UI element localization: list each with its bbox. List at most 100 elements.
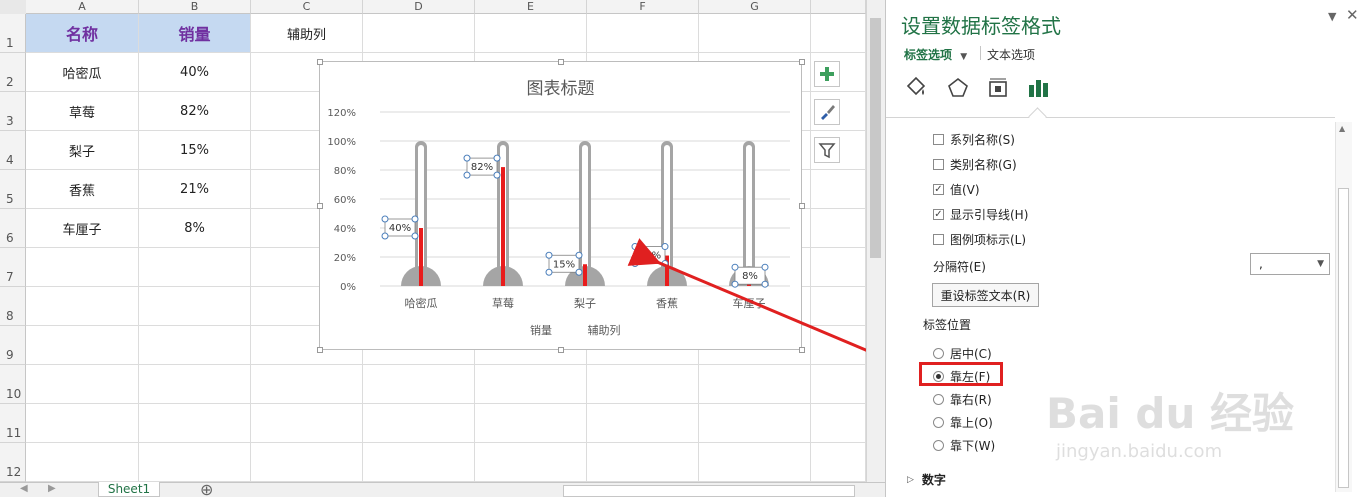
label-handle[interactable] [411,232,419,240]
chart-resize-handle[interactable] [558,59,564,65]
cell[interactable] [139,248,251,287]
label-handle[interactable] [731,263,739,271]
cell[interactable] [26,404,139,443]
row-header-11[interactable]: 11 [0,404,26,443]
label-handle[interactable] [761,263,769,271]
row-header-3[interactable]: 3 [0,92,26,131]
column-header-extra[interactable] [811,0,866,14]
chart-resize-handle[interactable] [799,347,805,353]
select-all-corner[interactable] [0,0,27,15]
chart-resize-handle[interactable] [317,203,323,209]
cell[interactable] [26,248,139,287]
cell[interactable] [139,443,251,482]
chart-filters-button[interactable] [814,137,840,163]
cell[interactable] [811,326,866,365]
fill-bucket-icon[interactable] [904,76,928,100]
label-handle[interactable] [761,280,769,288]
cell[interactable] [251,443,363,482]
number-section[interactable]: ▷ 数字 [907,471,946,488]
row-header-8[interactable]: 8 [0,287,26,326]
cell[interactable] [251,365,363,404]
plus-circle-icon[interactable]: ⊕ [200,480,213,497]
label-handle[interactable] [381,215,389,223]
cell[interactable] [811,209,866,248]
label-handle[interactable] [575,251,583,259]
label-handle[interactable] [463,171,471,179]
scroll-thumb[interactable] [870,18,881,258]
chart-area[interactable]: 图表标题 0% 20% 40% 60% 80% 100% 120% 40% 哈密瓜 82% 草莓 15… [317,59,805,353]
cell[interactable] [139,365,251,404]
cell[interactable] [699,365,811,404]
chart-resize-handle[interactable] [799,59,805,65]
row-header-12[interactable]: 12 [0,443,26,482]
data-label[interactable]: 8% [742,271,758,282]
cell[interactable] [587,14,699,53]
label-position-option[interactable]: 靠右(R) [933,391,992,408]
cell[interactable] [26,326,139,365]
horizontal-scrollbar[interactable] [563,485,855,497]
chart-plot[interactable]: 0% 20% 40% 60% 80% 100% 120% 40% 哈密瓜 82% 草莓 15% 梨子 21… [320,62,803,351]
sales-bar[interactable] [419,228,423,286]
cell[interactable] [363,404,475,443]
label-position-option[interactable]: 靠左(F) [933,368,990,385]
cell[interactable] [811,287,866,326]
cell-sales[interactable]: 8% [139,209,251,248]
row-header-10[interactable]: 10 [0,365,26,404]
label-handle[interactable] [731,280,739,288]
radio-button[interactable] [933,348,944,359]
cell[interactable] [363,14,475,53]
sheet-tab-sheet1[interactable]: Sheet1 [98,482,160,497]
row-header-5[interactable]: 5 [0,170,26,209]
cell[interactable] [475,14,587,53]
cell[interactable] [587,365,699,404]
cell-sales[interactable]: 15% [139,131,251,170]
checkbox[interactable] [933,134,944,145]
sales-bar[interactable] [501,167,505,286]
checkbox-option[interactable]: ✓ 显示引导线(H) [933,206,1028,223]
cell-name[interactable]: 车厘子 [26,209,139,248]
separator-select[interactable]: , ▼ [1250,253,1330,275]
cell[interactable] [26,443,139,482]
tab-label-options[interactable]: 标签选项 ▼ [904,46,967,63]
tab-prev-icon[interactable]: ◀ [20,483,28,494]
cell[interactable] [811,443,866,482]
cell-sales[interactable]: 82% [139,92,251,131]
chart-resize-handle[interactable] [317,59,323,65]
data-label[interactable]: 21% [639,251,661,262]
row-header-2[interactable]: 2 [0,53,26,92]
pane-scrollbar[interactable]: ▲ [1335,122,1352,492]
column-header-E[interactable]: E [475,0,587,14]
cell-name[interactable]: 香蕉 [26,170,139,209]
label-handle[interactable] [545,251,553,259]
radio-button[interactable] [933,417,944,428]
header-cell-name[interactable]: 名称 [26,14,139,53]
vertical-scrollbar[interactable] [866,0,885,485]
label-position-option[interactable]: 居中(C) [933,345,992,362]
tab-text-options[interactable]: 文本选项 [987,46,1035,63]
legend-entry-helper[interactable]: 辅助列 [588,323,621,337]
close-icon[interactable]: ✕ [1346,6,1359,24]
cell[interactable] [811,170,866,209]
size-properties-icon[interactable] [986,76,1010,100]
checkbox-option[interactable]: ✓ 值(V) [933,181,980,198]
pane-scroll-thumb[interactable] [1338,188,1349,488]
cell[interactable] [139,404,251,443]
label-handle[interactable] [493,154,501,162]
label-handle[interactable] [545,268,553,276]
column-header-F[interactable]: F [587,0,699,14]
column-header-B[interactable]: B [139,0,251,14]
cell[interactable] [139,287,251,326]
chart-resize-handle[interactable] [799,203,805,209]
sales-bar[interactable] [583,264,587,286]
cell[interactable] [251,404,363,443]
cell[interactable] [363,365,475,404]
checkbox[interactable] [933,159,944,170]
cell[interactable] [699,443,811,482]
spreadsheet[interactable]: ABCDEFG 123456789101112 名称销量辅助列哈密瓜40%1草莓… [0,0,885,497]
checkbox-option[interactable]: 类别名称(G) [933,156,1017,173]
row-header-6[interactable]: 6 [0,209,26,248]
cell[interactable] [699,404,811,443]
cell[interactable] [587,404,699,443]
chart-styles-button[interactable] [814,99,840,125]
row-header-4[interactable]: 4 [0,131,26,170]
